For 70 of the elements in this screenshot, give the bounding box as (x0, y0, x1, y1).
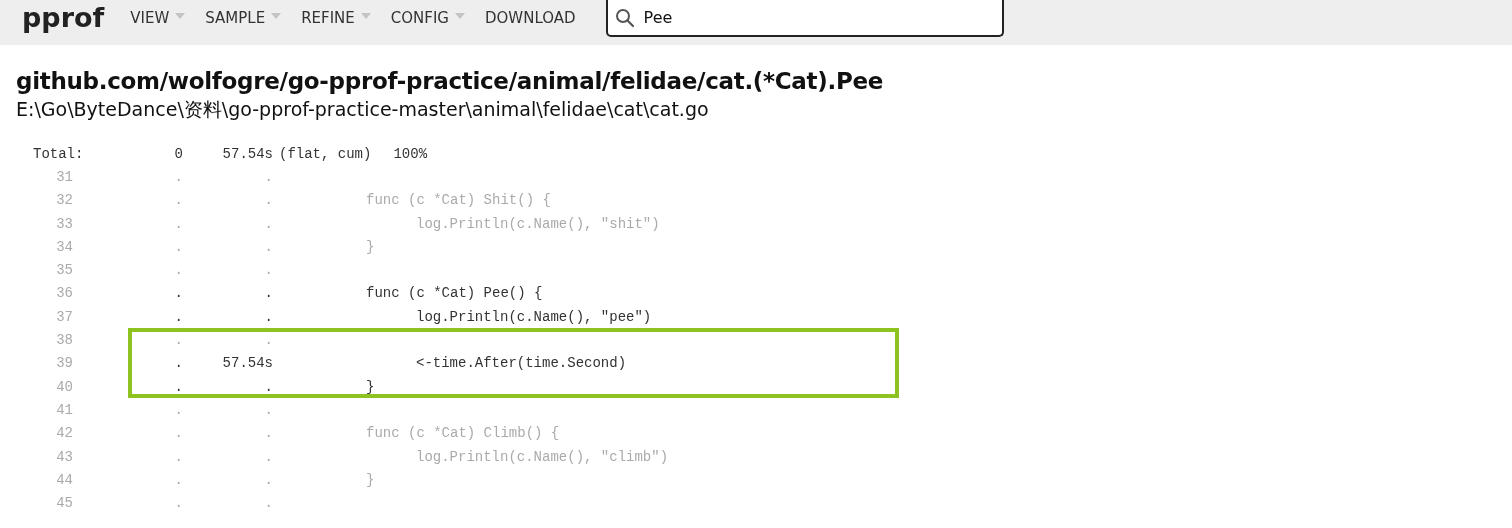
cum-value: . (264, 308, 273, 325)
line-number: 41 (56, 401, 73, 418)
menu-item[interactable]: SAMPLE (205, 9, 282, 27)
flat-value: . (174, 308, 183, 325)
menu-item[interactable]: CONFIG (390, 9, 465, 27)
menu-item[interactable]: REFINE (301, 9, 371, 27)
cum-value: 57.54s (222, 145, 273, 162)
cum-value: . (264, 425, 273, 442)
line-number: 38 (56, 332, 73, 348)
line-number: 37 (56, 308, 73, 325)
source-code: } (366, 378, 375, 395)
source-code: func (c *Cat) Shit() { (366, 192, 551, 209)
flat-value: . (174, 262, 183, 279)
cum-value: . (264, 401, 273, 418)
line-number: 34 (56, 238, 73, 255)
column-legend: (flat, cum) (279, 145, 372, 162)
cum-value: . (264, 471, 273, 488)
cum-value: . (264, 378, 273, 395)
logo: pprof (22, 1, 105, 35)
menu-item[interactable]: VIEW (130, 9, 186, 27)
cum-value: . (264, 238, 273, 255)
source-code: log.Println(c.Name(), "pee") (415, 308, 652, 325)
cum-value: . (264, 192, 273, 209)
cum-value: . (264, 332, 273, 348)
flat-value: . (174, 238, 183, 255)
search-field[interactable]: Pee (605, 0, 1004, 37)
line-number: 31 (56, 168, 73, 185)
source-code: func (c *Cat) Pee() { (366, 285, 543, 302)
flat-value: . (174, 471, 183, 488)
flat-value: . (174, 192, 183, 209)
line-number: 40 (56, 378, 73, 395)
source-code: } (366, 238, 375, 255)
flat-value: . (174, 332, 183, 348)
flat-value: . (174, 215, 183, 232)
line-number: 36 (56, 285, 73, 302)
flat-value: . (174, 285, 183, 302)
line-number: 35 (56, 262, 73, 279)
flat-value: . (174, 168, 183, 185)
flat-value: . (174, 495, 183, 512)
flat-value: . (174, 448, 183, 465)
total-label: Total: (32, 145, 85, 162)
line-number: 45 (56, 495, 73, 512)
flat-value: . (174, 355, 183, 372)
cum-value: . (264, 168, 273, 185)
line-number: 44 (56, 471, 73, 488)
source-code: } (366, 471, 375, 488)
cum-value: . (264, 448, 273, 465)
flat-value: . (174, 378, 183, 395)
flat-value: 0 (174, 145, 183, 162)
cum-value: . (264, 262, 273, 279)
line-number: 43 (56, 448, 73, 465)
source-code: <-time.After(time.Second) (415, 355, 627, 372)
source-code: func (c *Cat) Climb() { (366, 425, 560, 442)
function-name: github.com/wolfogre/go-pprof-practice/animal/felidae/cat.(*Cat).Pee (16, 67, 885, 96)
percent-value: 100% (393, 145, 428, 162)
cum-value: 57.54s (222, 355, 273, 372)
flat-value: . (174, 401, 183, 418)
line-number: 42 (56, 425, 73, 442)
cum-value: . (264, 215, 273, 232)
menu-item[interactable]: DOWNLOAD (485, 9, 576, 27)
line-number: 33 (56, 215, 73, 232)
search-icon (614, 8, 635, 28)
cum-value: . (264, 495, 273, 512)
source-code: log.Println(c.Name(), "shit") (415, 215, 660, 232)
cum-value: . (264, 285, 273, 302)
source-code: log.Println(c.Name(), "climb") (415, 448, 669, 465)
line-number: 39 (56, 355, 73, 372)
file-path: E:\Go\ByteDance\资料\go-pprof-practice-master\animal\felidae\cat\cat.go (16, 97, 710, 122)
line-number: 32 (56, 192, 73, 209)
flat-value: . (174, 425, 183, 442)
